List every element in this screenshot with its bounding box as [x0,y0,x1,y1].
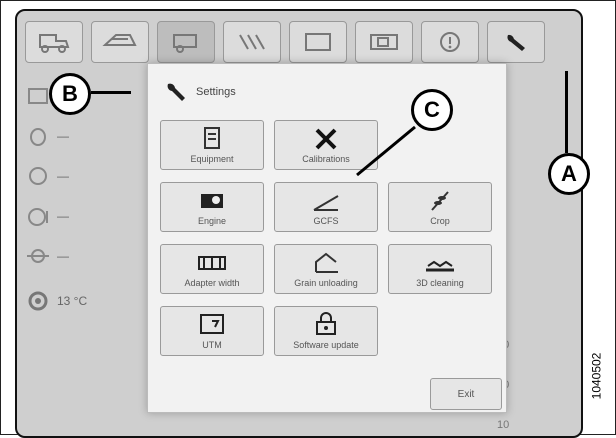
tab-camera[interactable] [355,21,413,63]
status-row: — [25,201,135,231]
tab-machine[interactable] [157,21,215,63]
software-update-icon [316,312,336,335]
combine-icon [39,34,70,53]
callout-b: B [49,73,91,115]
button-label: Equipment [190,154,234,164]
status-value: — [57,129,69,143]
button-label: Software update [293,340,359,350]
grain-unloading-icon [315,252,338,273]
engine-icon [201,194,223,208]
status-value: — [57,209,69,223]
gcfs-icon [313,195,339,211]
tab-alerts[interactable] [421,21,479,63]
equipment-icon [204,127,220,149]
fan-icon [27,249,49,263]
alert-icon [440,32,460,52]
wrench-icon [167,83,185,101]
3d-cleaning-icon [426,260,454,272]
dialog-title-text: Settings [196,86,236,98]
top-tab-bar [25,17,573,69]
fuel-icon [30,128,46,146]
button-label: GCFS [313,216,339,226]
exit-button[interactable]: Exit [430,378,502,410]
monitor-icon [305,33,331,51]
crop-button[interactable]: Crop [388,182,492,232]
header-icon [102,34,137,46]
software-update-button[interactable]: Software update [274,306,378,356]
adapter-width-button[interactable]: Adapter width [160,244,264,294]
adapter-width-icon [198,256,226,270]
display-screen: — — — — 13 °C 0 0 0 10 [15,9,583,438]
status-row: — [25,121,135,151]
crop-icon [431,191,449,211]
settings-dialog: Settings Equipment Calibrations Engine G… [147,63,507,413]
button-label: Engine [197,216,227,226]
temperature-icon [28,291,48,311]
figure-frame: — — — — 13 °C 0 0 0 10 [0,0,616,438]
wrench-icon [507,34,525,51]
tab-combine[interactable] [25,21,83,63]
status-value: 13 °C [57,294,88,308]
utm-icon [200,314,224,334]
status-row: — [25,161,135,191]
button-label: 3D cleaning [416,278,464,288]
dialog-title: Settings [164,80,236,104]
camera-icon [370,34,398,50]
callout-a-line [565,71,568,153]
machine-icon [173,34,197,53]
button-label: Adapter width [184,278,240,288]
gauge-icon [28,208,48,226]
utm-button[interactable]: UTM [160,306,264,356]
button-label: UTM [202,340,222,350]
button-label: Grain unloading [294,278,358,288]
button-label: Calibrations [302,154,350,164]
button-label: Crop [430,216,450,226]
callout-b-line [91,91,131,94]
calibrations-icon [315,128,337,150]
status-value: — [57,169,69,183]
tab-monitor[interactable] [289,21,347,63]
tab-settings[interactable] [487,21,545,63]
document-number-text: 1040502 [589,352,603,400]
callout-c-line [356,125,416,177]
grain-unloading-button[interactable]: Grain unloading [274,244,378,294]
status-value: — [57,249,69,263]
status-row: — [25,241,135,271]
engine-button[interactable]: Engine [160,182,264,232]
status-row: 13 °C [25,286,135,316]
document-number: 1040502 [587,331,605,421]
tab-header[interactable] [91,21,149,63]
3d-cleaning-button[interactable]: 3D cleaning [388,244,492,294]
oil-icon [29,167,47,185]
gcfs-button[interactable]: GCFS [274,182,378,232]
grain-tank-icon [28,88,48,104]
status-value: 10 [497,419,510,431]
grid-pattern-icon [239,34,265,50]
tab-grid[interactable] [223,21,281,63]
equipment-button[interactable]: Equipment [160,120,264,170]
callout-a: A [548,153,590,195]
